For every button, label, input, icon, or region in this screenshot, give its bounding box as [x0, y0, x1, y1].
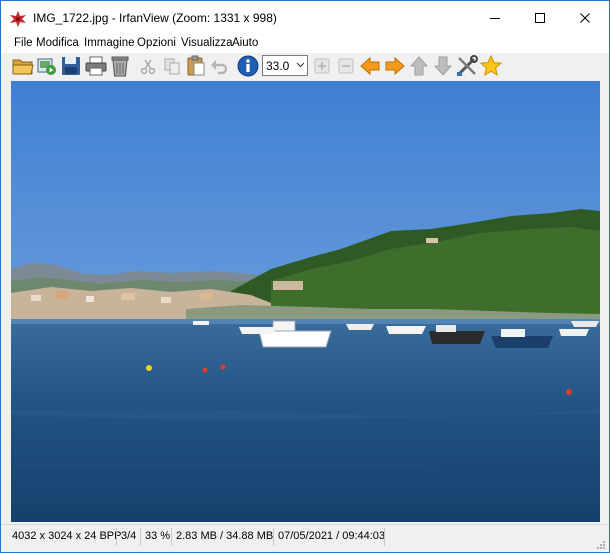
title-bar[interactable]: IMG_1722.jpg - IrfanView (Zoom: 1331 x 9…	[1, 1, 609, 35]
status-dimensions: 4032 x 3024 x 24 BPP	[12, 530, 122, 542]
app-window: IMG_1722.jpg - IrfanView (Zoom: 1331 x 9…	[0, 0, 610, 553]
zoom-combobox[interactable]: 33.0	[262, 55, 308, 76]
status-separator	[273, 528, 274, 546]
delete-button[interactable]	[109, 55, 131, 77]
maximize-button[interactable]	[517, 1, 563, 35]
minimize-icon	[490, 18, 500, 19]
favorites-button[interactable]	[480, 55, 502, 77]
status-file-size: 2.83 MB / 34.88 MB	[176, 530, 274, 542]
zoom-in-button[interactable]	[311, 55, 333, 77]
zoom-out-icon	[338, 58, 354, 74]
chevron-down-icon	[296, 62, 305, 68]
open-button[interactable]	[12, 55, 34, 77]
info-icon	[237, 55, 259, 77]
arrow-right-icon	[385, 57, 405, 75]
folder-open-icon	[12, 59, 34, 75]
menu-aiuto[interactable]: Aiuto	[232, 37, 258, 49]
zoom-value: 33.0	[266, 59, 290, 73]
copy-icon	[164, 58, 180, 75]
menu-bar: File Modifica Immagine Opzioni Visualizz…	[1, 35, 609, 53]
status-separator	[116, 528, 117, 546]
cut-button[interactable]	[137, 55, 159, 77]
status-image-index: 3/4	[121, 530, 137, 542]
menu-opzioni[interactable]: Opzioni	[137, 37, 176, 49]
last-image-button[interactable]	[432, 55, 454, 77]
zoom-out-button[interactable]	[335, 55, 357, 77]
window-title: IMG_1722.jpg - IrfanView (Zoom: 1331 x 9…	[33, 11, 277, 25]
status-bar: 4032 x 3024 x 24 BPP 3/4 33 % 2.83 MB / …	[1, 524, 609, 552]
zoom-in-icon	[314, 58, 330, 74]
trash-icon	[111, 56, 129, 77]
photo-harbor	[11, 81, 600, 522]
first-image-button[interactable]	[408, 55, 430, 77]
irfanview-app-icon[interactable]	[9, 10, 27, 28]
arrow-up-icon	[410, 56, 428, 76]
arrow-down-icon	[434, 56, 452, 76]
save-button[interactable]	[60, 55, 82, 77]
status-datetime: 07/05/2021 / 09:44:03	[278, 530, 386, 542]
status-zoom-percent: 33 %	[145, 530, 171, 542]
paste-button[interactable]	[185, 55, 207, 77]
toolbar: 33.0	[1, 53, 609, 81]
status-separator	[384, 528, 385, 546]
menu-modifica[interactable]: Modifica	[36, 37, 79, 49]
info-button[interactable]	[237, 55, 259, 77]
scissors-icon	[140, 59, 156, 75]
menu-visualizza[interactable]: Visualizza	[181, 37, 233, 49]
copy-button[interactable]	[161, 55, 183, 77]
properties-button[interactable]	[456, 55, 478, 77]
minimize-button[interactable]	[472, 1, 518, 35]
undo-button[interactable]	[208, 55, 230, 77]
previous-image-button[interactable]	[359, 55, 381, 77]
print-button[interactable]	[85, 55, 107, 77]
tools-icon	[457, 55, 478, 76]
undo-icon	[211, 60, 228, 75]
menu-immagine[interactable]: Immagine	[84, 37, 135, 49]
image-viewport[interactable]	[11, 81, 600, 522]
slideshow-icon	[37, 58, 56, 75]
close-icon	[580, 13, 590, 23]
slideshow-button[interactable]	[36, 55, 58, 77]
resize-grip-icon[interactable]	[596, 540, 606, 550]
printer-icon	[85, 56, 107, 76]
arrow-left-icon	[360, 57, 380, 75]
maximize-icon	[535, 13, 545, 23]
close-button[interactable]	[562, 1, 608, 35]
status-separator	[140, 528, 141, 546]
floppy-disk-icon	[62, 57, 80, 75]
menu-file[interactable]: File	[14, 37, 33, 49]
star-icon	[480, 55, 502, 77]
clipboard-paste-icon	[187, 55, 205, 76]
next-image-button[interactable]	[384, 55, 406, 77]
status-separator	[171, 528, 172, 546]
